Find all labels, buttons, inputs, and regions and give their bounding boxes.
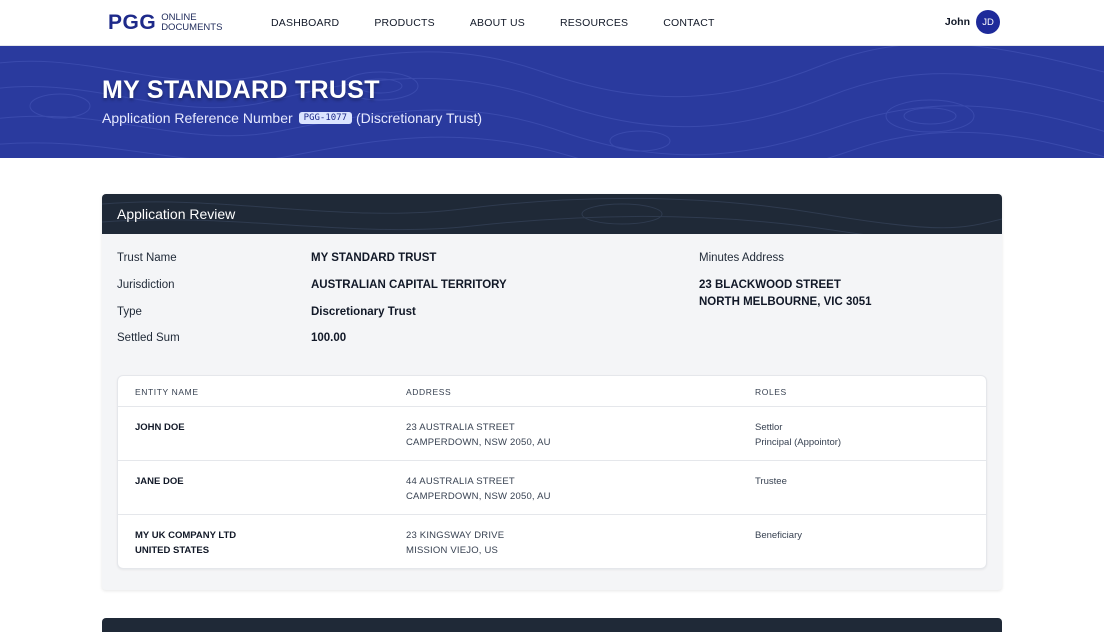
settled-sum-label: Settled Sum: [117, 332, 180, 344]
application-reference: Application Reference Number PGG-1077 (D…: [102, 110, 482, 126]
entity-address-cell: 44 AUSTRALIA STREET CAMPERDOWN, NSW 2050…: [406, 474, 551, 504]
minutes-address-line-2: NORTH MELBOURNE, VIC 3051: [699, 296, 872, 308]
nav-link-resources[interactable]: RESOURCES: [560, 17, 628, 29]
address-line: 23 KINGSWAY DRIVE: [406, 530, 505, 541]
entity-roles-cell: Trustee: [755, 474, 787, 489]
entity-name-line: JOHN DOE: [135, 422, 185, 433]
address-line: 44 AUSTRALIA STREET: [406, 476, 515, 487]
entity-name-cell: MY UK COMPANY LTD UNITED STATES: [135, 528, 236, 558]
entity-address-cell: 23 KINGSWAY DRIVE MISSION VIEJO, US: [406, 528, 504, 558]
table-row: MY UK COMPANY LTD UNITED STATES 23 KINGS…: [118, 514, 986, 568]
entity-name-line: UNITED STATES: [135, 545, 210, 556]
minutes-address-label: Minutes Address: [699, 252, 785, 264]
main-nav: DASHBOARD PRODUCTS ABOUT US RESOURCES CO…: [271, 17, 750, 29]
user-menu[interactable]: John JD: [945, 10, 1000, 34]
nav-link-about-us[interactable]: ABOUT US: [470, 17, 525, 29]
column-header-address: ADDRESS: [406, 387, 452, 397]
jurisdiction-value: AUSTRALIAN CAPITAL TERRITORY: [311, 279, 507, 291]
application-review-card: Application Review Trust Name MY STANDAR…: [102, 194, 1002, 590]
top-navbar: PGG ONLINE DOCUMENTS DASHBOARD PRODUCTS …: [0, 0, 1104, 46]
logo-subtitle-line-2: DOCUMENTS: [161, 22, 223, 33]
nav-link-contact[interactable]: CONTACT: [663, 17, 714, 29]
entity-roles-cell: Beneficiary: [755, 528, 802, 543]
type-label: Type: [117, 306, 142, 318]
entity-name-line: JANE DOE: [135, 476, 184, 487]
table-row: JOHN DOE 23 AUSTRALIA STREET CAMPERDOWN,…: [118, 406, 986, 460]
role-line: Principal (Appointor): [755, 437, 842, 448]
logo-subtitle: ONLINE DOCUMENTS: [161, 13, 222, 33]
type-value: Discretionary Trust: [311, 306, 416, 318]
minutes-address-line-1: 23 BLACKWOOD STREET: [699, 279, 841, 291]
next-card-header: [102, 618, 1002, 632]
role-line: Beneficiary: [755, 530, 802, 541]
address-line: CAMPERDOWN, NSW 2050, AU: [406, 491, 551, 502]
avatar[interactable]: JD: [976, 10, 1000, 34]
hero-banner: MY STANDARD TRUST Application Reference …: [0, 46, 1104, 158]
page-title: MY STANDARD TRUST: [102, 76, 380, 104]
nav-link-products[interactable]: PRODUCTS: [374, 17, 435, 29]
address-line: CAMPERDOWN, NSW 2050, AU: [406, 437, 551, 448]
address-line: 23 AUSTRALIA STREET: [406, 422, 515, 433]
jurisdiction-label: Jurisdiction: [117, 279, 175, 291]
column-header-roles: ROLES: [755, 387, 787, 397]
trust-name-value: MY STANDARD TRUST: [311, 252, 437, 264]
entity-name-cell: JANE DOE: [135, 474, 184, 489]
entity-name-line: MY UK COMPANY LTD: [135, 530, 237, 541]
card-title: Application Review: [117, 206, 236, 222]
table-row: JANE DOE 44 AUSTRALIA STREET CAMPERDOWN,…: [118, 460, 986, 514]
user-name: John: [944, 16, 970, 28]
entity-address-cell: 23 AUSTRALIA STREET CAMPERDOWN, NSW 2050…: [406, 420, 551, 450]
trust-type-label: (Discretionary Trust): [356, 110, 483, 126]
logo[interactable]: PGG ONLINE DOCUMENTS: [108, 11, 222, 35]
reference-badge: PGG-1077: [298, 112, 353, 124]
trust-name-label: Trust Name: [117, 252, 177, 264]
role-line: Trustee: [755, 476, 787, 487]
entity-roles-cell: Settlor Principal (Appointor): [755, 420, 841, 450]
header-pattern: [102, 197, 1002, 234]
card-header: Application Review: [102, 194, 1002, 234]
column-header-entity-name: ENTITY NAME: [135, 387, 199, 397]
nav-link-dashboard[interactable]: DASHBOARD: [271, 17, 339, 29]
entities-table: ENTITY NAME ADDRESS ROLES JOHN DOE 23 AU…: [117, 375, 987, 569]
reference-label: Application Reference Number: [102, 110, 293, 126]
logo-mark: PGG: [108, 11, 157, 34]
address-line: MISSION VIEJO, US: [406, 545, 499, 556]
entity-name-cell: JOHN DOE: [135, 420, 185, 435]
settled-sum-value: 100.00: [311, 332, 347, 344]
role-line: Settlor: [755, 422, 783, 433]
